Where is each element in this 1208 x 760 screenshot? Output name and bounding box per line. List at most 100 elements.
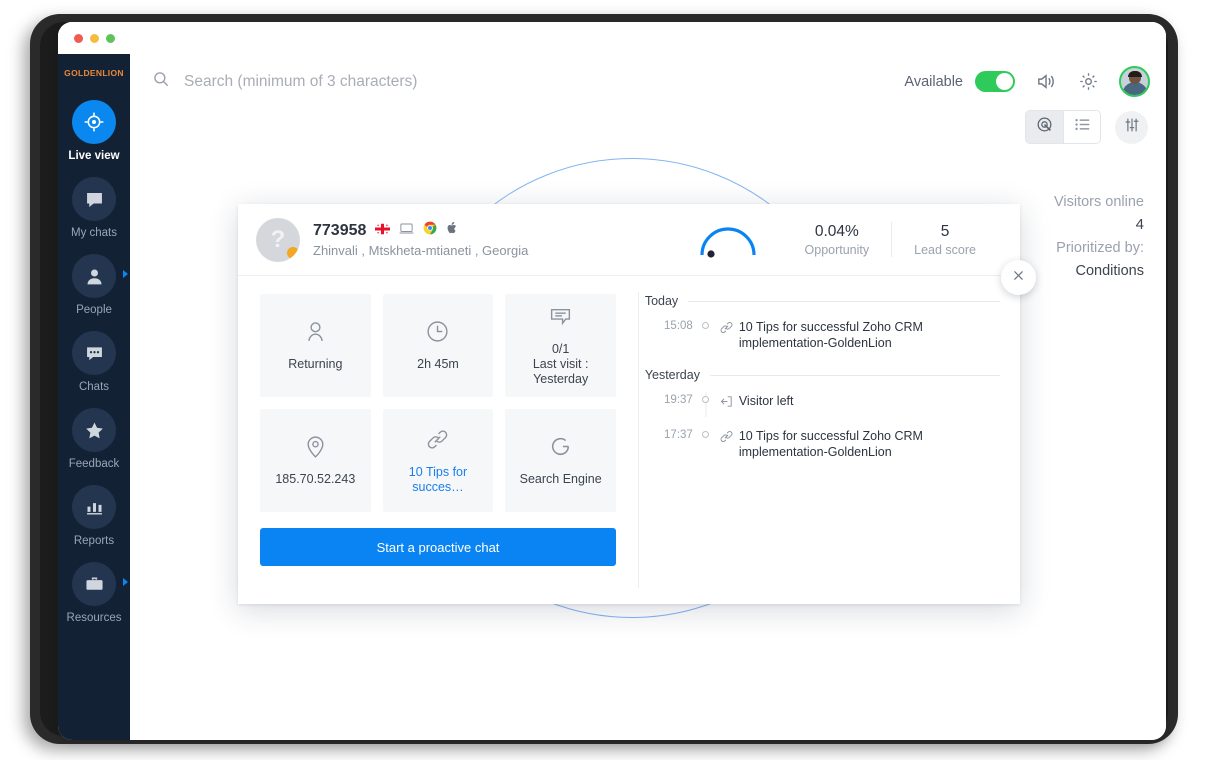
tile-ip-address[interactable]: 185.70.52.243: [260, 409, 371, 512]
window-titlebar: [58, 22, 1166, 54]
timeline-event-text: 10 Tips for successful Zoho CRM implemen…: [739, 319, 1000, 351]
timeline-day-label: Yesterday: [645, 368, 700, 382]
briefcase-icon: [72, 562, 116, 606]
timeline-event: 15:08: [645, 312, 1000, 358]
timeline-day-label: Today: [645, 294, 678, 308]
sidebar-item-my-chats[interactable]: My chats: [58, 177, 130, 254]
filter-button[interactable]: [1115, 111, 1148, 144]
desktop-icon: [399, 222, 414, 240]
timeline-event-text: Visitor left: [739, 393, 794, 409]
tile-label: 185.70.52.243: [275, 472, 355, 487]
availability-label: Available: [904, 74, 963, 90]
unknown-visitor-avatar: ?: [256, 218, 300, 262]
visitor-stat-tiles: Returning 2h 45m: [260, 294, 616, 512]
availability-toggle[interactable]: [975, 71, 1015, 92]
visitor-metrics: 0.04% Opportunity 5 Lead score: [697, 222, 998, 258]
timeline-day-header: Today: [645, 288, 1000, 312]
timeline-axis: [693, 393, 719, 403]
sidebar-item-people[interactable]: People: [58, 254, 130, 331]
timeline-day-header: Yesterday: [645, 362, 1000, 386]
view-mode-switch: [1025, 110, 1101, 144]
window-close-button[interactable]: [74, 34, 83, 43]
chevron-right-icon: [123, 578, 128, 586]
sidebar-item-live-view[interactable]: Live view: [58, 100, 130, 177]
timeline-event-time: 19:37: [645, 393, 693, 406]
avatar-hair: [1128, 71, 1142, 77]
timeline-event-time: 15:08: [645, 319, 693, 332]
search-icon: [152, 70, 170, 93]
tile-label: Search Engine: [520, 472, 602, 487]
tile-label: Returning: [288, 357, 342, 372]
visitors-online-count: 4: [1054, 214, 1144, 236]
opportunity-gauge: [697, 222, 759, 258]
search-engine-icon: [548, 434, 573, 464]
metric-label: Opportunity: [805, 243, 870, 257]
window-maximize-button[interactable]: [106, 34, 115, 43]
timeline-group-yesterday: Yesterday 19:37: [645, 362, 1000, 467]
view-toolbar: [1025, 110, 1148, 144]
metric-lead-score: 5 Lead score: [891, 222, 998, 257]
header-actions: Available: [904, 66, 1150, 97]
window-minimize-button[interactable]: [90, 34, 99, 43]
start-proactive-chat-button[interactable]: Start a proactive chat: [260, 528, 616, 566]
timeline-event: 17:37: [645, 421, 1000, 467]
timeline-axis: [693, 319, 719, 329]
tile-chat-count[interactable]: 0/1 Last visit : Yesterday: [505, 294, 616, 397]
speaker-icon[interactable]: [1035, 70, 1058, 93]
close-card-button[interactable]: [1001, 260, 1036, 295]
divider: [710, 375, 1000, 376]
tile-label[interactable]: 10 Tips for succes…: [389, 465, 488, 495]
tile-time-on-site[interactable]: 2h 45m: [383, 294, 494, 397]
avatar-question-glyph: ?: [271, 228, 286, 252]
gear-icon[interactable]: [1078, 71, 1099, 92]
sidebar-item-feedback[interactable]: Feedback: [58, 408, 130, 485]
location-pin-icon: [303, 434, 328, 464]
apple-os-icon: [446, 221, 458, 240]
timeline-event-text: 10 Tips for successful Zoho CRM implemen…: [739, 428, 1000, 460]
tile-landing-page[interactable]: 10 Tips for succes…: [383, 409, 494, 512]
tile-label: 2h 45m: [417, 357, 459, 372]
sidebar-item-label: Chats: [79, 381, 109, 394]
chrome-browser-icon: [423, 221, 437, 240]
visitor-detail-card: ? 773958: [238, 204, 1020, 604]
sidebar-item-label: Feedback: [69, 458, 120, 471]
visitor-card-body: Returning 2h 45m: [238, 276, 1020, 604]
timeline-bullet: [702, 396, 709, 403]
chevron-right-icon: [123, 270, 128, 278]
star-icon: [72, 408, 116, 452]
tile-referrer-type[interactable]: Search Engine: [505, 409, 616, 512]
chat-icon: [72, 177, 116, 221]
status-badge: [287, 247, 299, 259]
prioritized-by-label: Prioritized by:: [1054, 236, 1144, 260]
link-icon: [719, 428, 739, 449]
visitor-location: Zhinvali , Mtskheta-mtianeti , Georgia: [313, 243, 697, 258]
sidebar-item-resources[interactable]: Resources: [58, 562, 130, 639]
timeline-group-today: Today 15:08: [645, 288, 1000, 358]
metric-opportunity: 0.04% Opportunity: [783, 222, 892, 257]
link-icon: [719, 319, 739, 340]
sidebar-item-label: My chats: [71, 227, 117, 240]
visitor-id-row: 773958: [313, 221, 697, 240]
sidebar-item-chats[interactable]: Chats: [58, 331, 130, 408]
sidebar: GOLDENLION Live view My: [58, 54, 130, 740]
app-shell: GOLDENLION Live view My: [58, 54, 1166, 740]
visitor-identity: 773958: [313, 221, 697, 258]
sidebar-item-label: Live view: [68, 150, 119, 163]
person-icon: [72, 254, 116, 298]
tile-returning[interactable]: Returning: [260, 294, 371, 397]
tab-list-view[interactable]: [1063, 111, 1100, 143]
chats-icon: [72, 331, 116, 375]
clock-icon: [425, 319, 450, 349]
avatar[interactable]: [1119, 66, 1150, 97]
sidebar-item-label: Resources: [67, 612, 122, 625]
metric-label: Lead score: [914, 243, 976, 257]
metric-value: 5: [914, 222, 976, 241]
tab-track-view[interactable]: [1026, 111, 1063, 143]
search-input[interactable]: [184, 73, 604, 91]
link-icon: [425, 427, 450, 457]
toggle-knob: [996, 73, 1013, 90]
sidebar-item-reports[interactable]: Reports: [58, 485, 130, 562]
sidebar-item-label: People: [76, 304, 112, 317]
browser-window: GOLDENLION Live view My: [58, 22, 1166, 740]
target-view-icon: [1035, 115, 1054, 139]
